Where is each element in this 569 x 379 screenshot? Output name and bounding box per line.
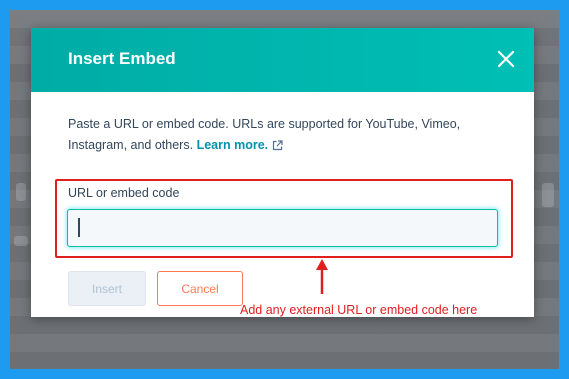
external-link-icon xyxy=(273,140,283,151)
screenshot-frame: Insert Embed Paste a URL or embed code. … xyxy=(10,10,559,369)
insert-embed-dialog: Insert Embed Paste a URL or embed code. … xyxy=(31,28,534,317)
cancel-button-label: Cancel xyxy=(181,281,219,296)
text-cursor xyxy=(78,218,80,237)
dialog-header: Insert Embed xyxy=(31,28,534,92)
backdrop-fragment xyxy=(16,183,26,201)
backdrop-fragment xyxy=(14,236,28,246)
learn-more-link[interactable]: Learn more. xyxy=(197,138,269,152)
annotation-text: Add any external URL or embed code here xyxy=(240,303,478,317)
close-icon xyxy=(497,50,515,68)
insert-button-label: Insert xyxy=(91,281,122,296)
backdrop-fragment xyxy=(542,183,554,207)
insert-button[interactable]: Insert xyxy=(68,271,146,306)
learn-more-label: Learn more. xyxy=(196,138,269,152)
dialog-description: Paste a URL or embed code. URLs are supp… xyxy=(68,114,498,156)
cancel-button[interactable]: Cancel xyxy=(157,271,243,306)
url-field-label: URL or embed code xyxy=(68,186,180,200)
dialog-title: Insert Embed xyxy=(68,49,176,68)
close-button[interactable] xyxy=(492,45,520,73)
url-input[interactable] xyxy=(67,209,498,247)
annotation-arrow xyxy=(316,259,328,294)
